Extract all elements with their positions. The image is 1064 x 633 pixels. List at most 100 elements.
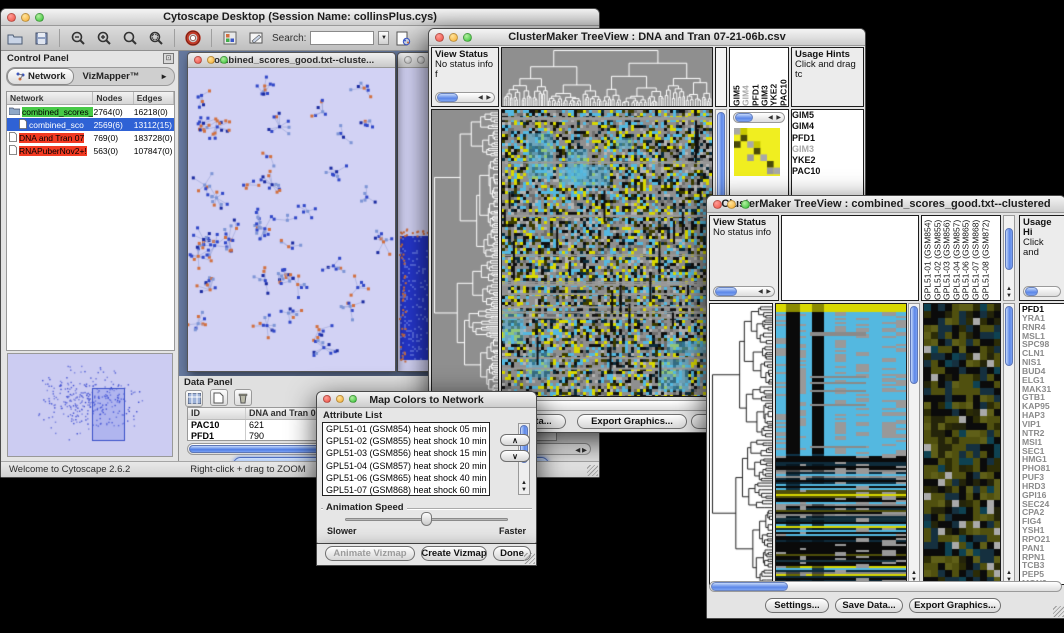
attribute-listbox[interactable]: GPL51-01 (GSM854) heat shock 05 minGPL51…	[322, 422, 490, 496]
column-header[interactable]: Network	[7, 92, 93, 104]
main-title-bar[interactable]: Cytoscape Desktop (Session Name: collins…	[1, 9, 599, 26]
zoom-fit-icon[interactable]	[120, 29, 140, 47]
view-status-scrollbar[interactable]	[713, 286, 775, 297]
export-graphics-button[interactable]: Export Graphics...	[909, 598, 1001, 613]
resize-grip[interactable]	[587, 465, 598, 476]
tv1-column-dendrogram[interactable]	[501, 47, 713, 107]
tab-network[interactable]: Network	[7, 68, 74, 85]
column-label: GIM3	[760, 48, 769, 106]
tv2-zoom-heatmap[interactable]	[923, 303, 1001, 585]
save-session-button[interactable]	[31, 29, 51, 47]
minimize-button[interactable]	[336, 395, 344, 403]
annotation-icon[interactable]	[246, 29, 266, 47]
minimize-button[interactable]	[417, 56, 425, 64]
attribute-list-item[interactable]: GPL51-01 (GSM854) heat shock 05 min	[326, 423, 489, 435]
network-file-icon[interactable]	[393, 29, 413, 47]
tv1-heatmap[interactable]	[501, 109, 713, 397]
gene-label[interactable]: YKE2	[792, 155, 863, 166]
tab-overflow-arrow[interactable]: ►	[160, 72, 174, 81]
attribute-list-item[interactable]: GPL51-02 (GSM855) heat shock 10 min	[326, 435, 489, 447]
tv1-zoom-heatmap[interactable]	[734, 128, 780, 176]
move-up-button[interactable]: ∧	[500, 434, 530, 446]
zoom-button[interactable]	[463, 33, 472, 42]
column-header[interactable]: Edges	[134, 92, 174, 104]
save-data-button[interactable]: Save Data...	[835, 598, 903, 613]
tv1-header-spacer	[715, 47, 727, 107]
dialog-title-bar[interactable]: Map Colors to Network	[317, 392, 536, 408]
gene-label[interactable]: GIM5	[792, 110, 863, 121]
create-vizmap-button[interactable]: Create Vizmap	[421, 546, 487, 561]
minimize-button[interactable]	[449, 33, 458, 42]
search-input[interactable]	[310, 31, 374, 45]
resize-grip[interactable]	[1053, 606, 1064, 617]
tv2-heatmap[interactable]	[775, 303, 907, 585]
help-lifebuoy-icon[interactable]	[183, 29, 203, 47]
zoom-button[interactable]	[220, 56, 228, 64]
treeview2-title-bar[interactable]: ClusterMaker TreeView : combined_scores_…	[707, 196, 1064, 213]
close-button[interactable]	[7, 13, 16, 22]
float-panel-icon[interactable]: ⊡	[163, 53, 174, 64]
gene-label[interactable]: GIM3	[792, 144, 863, 155]
open-session-button[interactable]	[5, 29, 25, 47]
zoom-out-icon[interactable]	[68, 29, 88, 47]
new-attribute-icon[interactable]	[210, 389, 228, 406]
attribute-list-item[interactable]: GPL51-03 (GSM856) heat shock 15 min	[326, 447, 489, 459]
resize-grip[interactable]	[524, 553, 535, 564]
usage-hints-text: Click and	[1023, 237, 1044, 258]
gene-label[interactable]: PAC10	[792, 166, 863, 177]
child-window-title-bar[interactable]: combined_scores_good.txt--cluste...	[188, 53, 395, 68]
network-list-row[interactable]: RNAPuberNov2+!563(0)107847(0)	[7, 144, 174, 157]
faster-label: Faster	[499, 526, 526, 536]
speed-slider-thumb[interactable]	[421, 512, 432, 526]
search-dropdown-arrow[interactable]	[378, 31, 389, 45]
usage-hints-text: Click and drag tc	[795, 59, 856, 80]
animate-vizmap-button[interactable]: Animate Vizmap	[325, 546, 415, 561]
attribute-list-item[interactable]: GPL51-07 (GSM868) heat shock 60 min	[326, 484, 489, 496]
zoom-button[interactable]	[35, 13, 44, 22]
gene-label[interactable]: GIM4	[792, 121, 863, 132]
network-list-row[interactable]: combined_scores_2764(0)16218(0)	[7, 105, 174, 118]
close-button[interactable]	[404, 56, 412, 64]
usage-hints-scrollbar[interactable]	[1023, 286, 1061, 297]
gene-label[interactable]: PFD1	[792, 133, 863, 144]
select-attributes-icon[interactable]	[185, 390, 203, 407]
tv2-hscrollbar[interactable]	[709, 581, 1062, 592]
zoom-button[interactable]	[349, 395, 357, 403]
minimize-button[interactable]	[207, 56, 215, 64]
zoom-selected-icon[interactable]	[146, 29, 166, 47]
tv2-header-vscrollbar[interactable]	[1003, 215, 1015, 301]
tv2-vscrollbar[interactable]	[908, 303, 920, 585]
network-list-row[interactable]: combined_sco2569(6)13112(15)	[7, 118, 174, 131]
zoom-in-icon[interactable]	[94, 29, 114, 47]
minimize-button[interactable]	[21, 13, 30, 22]
network-view-window[interactable]: combined_scores_good.txt--cluste...	[187, 52, 396, 372]
column-header[interactable]: Nodes	[93, 92, 133, 104]
close-button[interactable]	[713, 200, 722, 209]
zoom-panel-scrollbar[interactable]	[733, 112, 785, 123]
export-graphics-button[interactable]: Export Graphics...	[577, 414, 687, 429]
close-button[interactable]	[435, 33, 444, 42]
tv2-column-dendrogram[interactable]	[781, 215, 919, 301]
column-label: GPL51-04 (GSM857)	[952, 216, 962, 300]
tv2-gene-list[interactable]: PFD1YRA1RNR4MSL1SPC98CLN1NIS1BUD4ELG1MAK…	[1019, 303, 1064, 585]
view-status-scrollbar[interactable]	[435, 92, 495, 103]
vizmapper-icon[interactable]	[220, 29, 240, 47]
close-button[interactable]	[323, 395, 331, 403]
minimize-button[interactable]	[727, 200, 736, 209]
network-overview-panel[interactable]	[7, 353, 173, 457]
tv2-row-dendrogram[interactable]	[709, 303, 773, 585]
delete-attribute-icon[interactable]	[234, 389, 252, 406]
scrollbar-arrows[interactable]	[575, 446, 587, 454]
attribute-list-item[interactable]: GPL51-04 (GSM857) heat shock 20 min	[326, 460, 489, 472]
tab-vizmapper[interactable]: VizMapper™	[74, 71, 147, 82]
tv2-zoom-vscrollbar[interactable]	[1003, 303, 1015, 585]
network-canvas[interactable]	[188, 68, 395, 371]
move-down-button[interactable]: ∨	[500, 450, 530, 462]
network-list-row[interactable]: DNA and Tran 07769(0)183728(0)	[7, 131, 174, 144]
settings-button[interactable]: Settings...	[765, 598, 829, 613]
treeview1-title-bar[interactable]: ClusterMaker TreeView : DNA and Tran 07-…	[429, 29, 865, 46]
zoom-button[interactable]	[741, 200, 750, 209]
tv1-row-dendrogram[interactable]	[431, 109, 499, 397]
close-button[interactable]	[194, 56, 202, 64]
attribute-list-item[interactable]: GPL51-06 (GSM865) heat shock 40 min	[326, 472, 489, 484]
